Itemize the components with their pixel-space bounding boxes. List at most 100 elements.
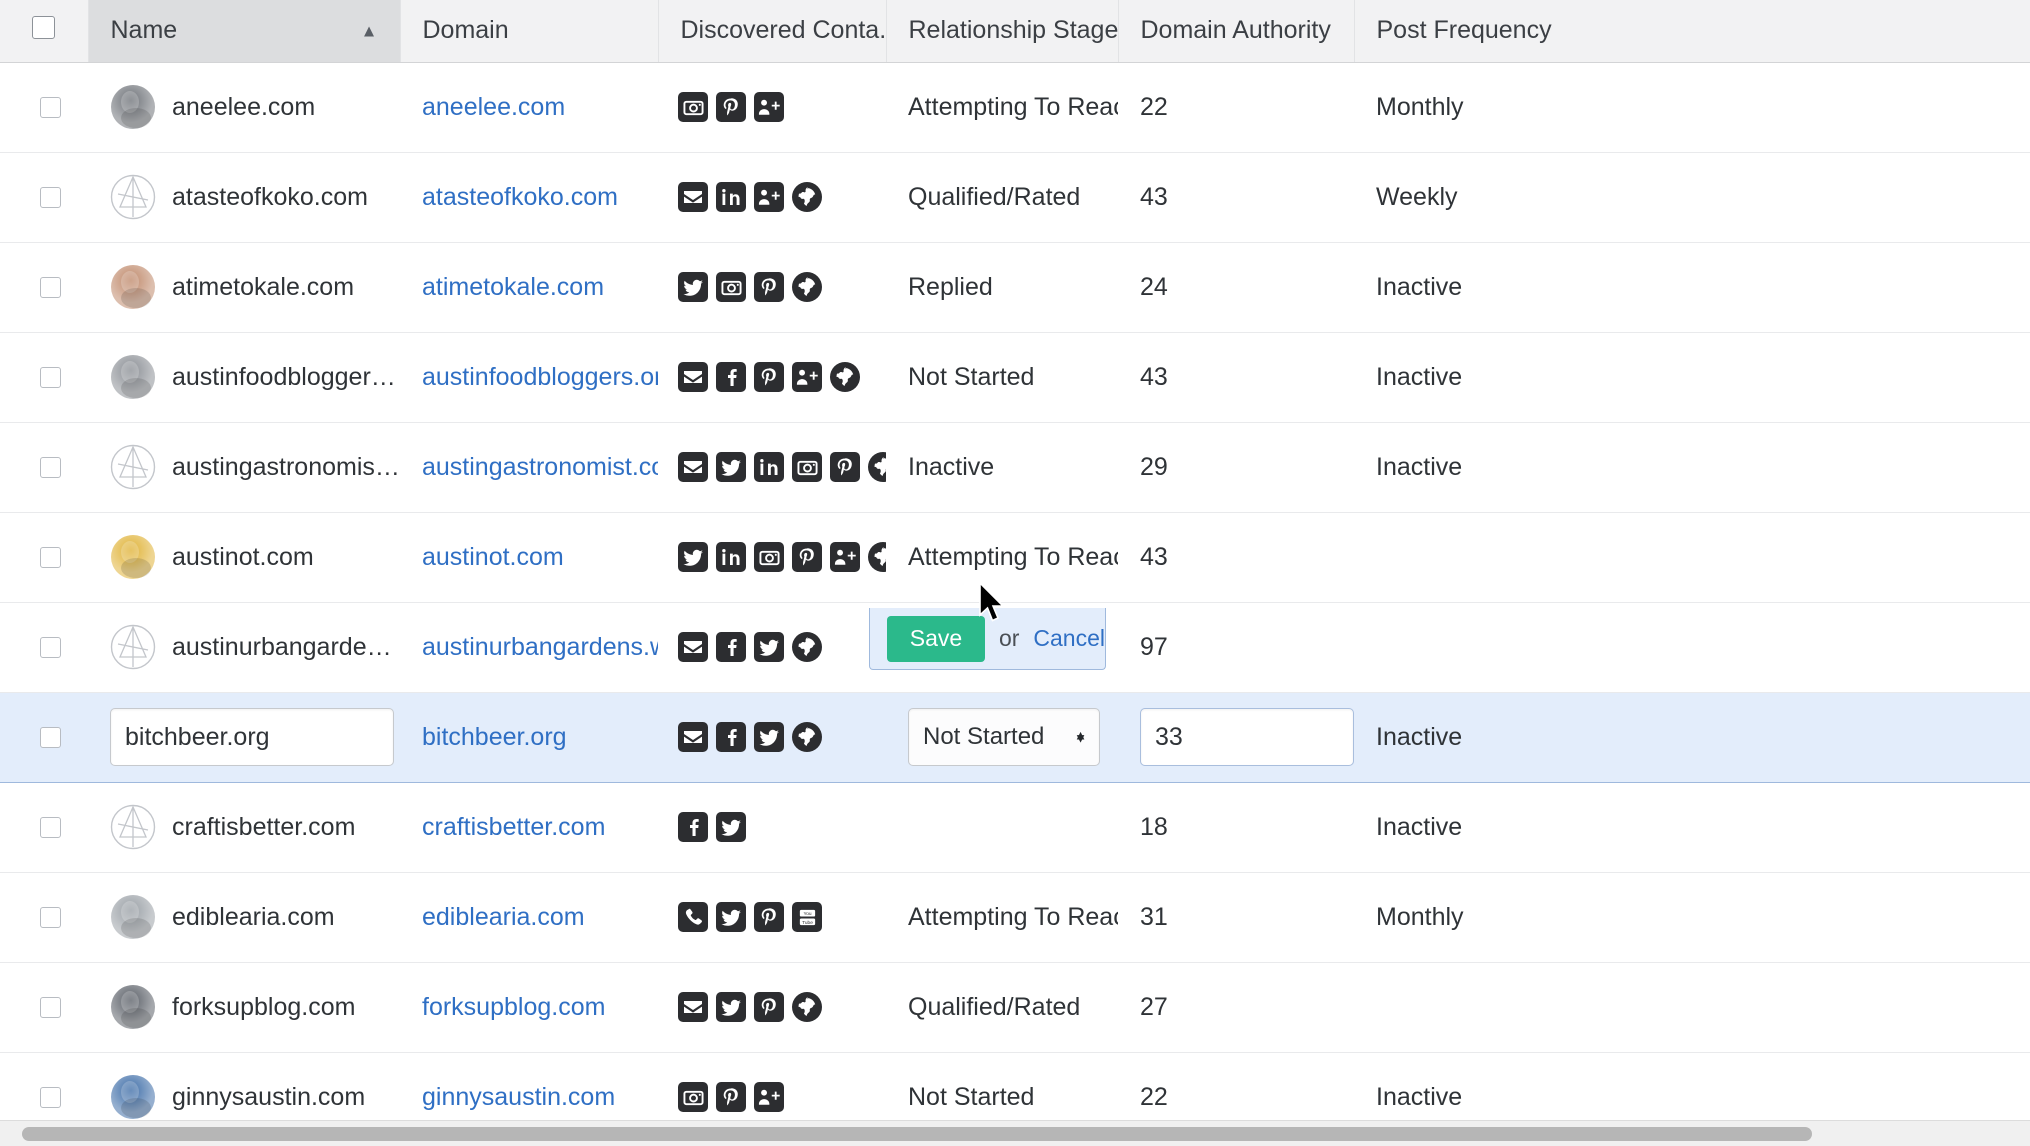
instagram-icon[interactable] — [678, 92, 708, 122]
googleplus-icon[interactable] — [754, 182, 784, 212]
domain-link[interactable]: atasteofkoko.com — [422, 183, 618, 211]
domain-authority-cell[interactable]: 29 — [1118, 422, 1354, 513]
table-row[interactable]: ★ atasteofkoko.com atasteofkoko.com Qualifi… — [0, 152, 2030, 243]
table-row[interactable]: ★ craftisbetter.com craftisbetter.com 18 Ina… — [0, 782, 2030, 873]
domain-link[interactable]: craftisbetter.com — [422, 813, 605, 841]
name-cell[interactable]: craftisbetter.com — [88, 782, 400, 873]
table-row[interactable]: ★ ginnysaustin.com ginnysaustin.com Not Sta… — [0, 1052, 2030, 1120]
row-checkbox[interactable] — [40, 186, 61, 208]
pinterest-icon[interactable] — [830, 452, 860, 482]
table-row[interactable]: ★ forksupblog.com forksupblog.com Qualified… — [0, 962, 2030, 1053]
twitter-icon[interactable] — [716, 902, 746, 932]
row-checkbox[interactable] — [40, 276, 61, 298]
horizontal-scrollbar[interactable] — [0, 1120, 2030, 1146]
pinterest-icon[interactable] — [754, 272, 784, 302]
table-row[interactable]: ★ austinot.com austinot.com Attempting To R… — [0, 512, 2030, 603]
twitter-icon[interactable] — [754, 632, 784, 662]
globe-icon[interactable] — [792, 632, 822, 662]
relationship-stage-cell[interactable]: Not Started — [886, 1052, 1118, 1120]
domain-authority-cell[interactable]: 43 — [1118, 152, 1354, 243]
domain-link[interactable]: atimetokale.com — [422, 273, 604, 301]
domain-authority-cell[interactable]: 24 — [1118, 242, 1354, 333]
table-scroll-viewport[interactable]: Name ▲ Domain Discovered Conta... Relati… — [0, 0, 2030, 1120]
name-cell[interactable]: ediblearia.com — [88, 872, 400, 963]
relationship-stage-cell[interactable]: Attempting To Reach — [886, 512, 1118, 603]
name-cell[interactable] — [88, 691, 400, 783]
column-header-discovered-contacts[interactable]: Discovered Conta... — [658, 0, 900, 63]
domain-authority-cell[interactable]: 22 — [1118, 1052, 1354, 1120]
name-cell[interactable]: forksupblog.com — [88, 962, 400, 1053]
relationship-stage-cell[interactable]: Not Started — [886, 332, 1118, 423]
row-checkbox[interactable] — [40, 906, 61, 928]
row-checkbox[interactable] — [40, 1086, 61, 1108]
horizontal-scrollbar-thumb[interactable] — [22, 1127, 1812, 1141]
youtube-icon[interactable]: You Tube — [792, 902, 822, 932]
favorite-star-icon[interactable]: ★ — [87, 453, 88, 481]
favorite-star-icon[interactable]: ★ — [87, 273, 88, 301]
domain-link[interactable]: ginnysaustin.com — [422, 1083, 615, 1111]
email-icon[interactable] — [678, 992, 708, 1022]
domain-link[interactable]: austinot.com — [422, 543, 564, 571]
globe-icon[interactable] — [868, 542, 886, 572]
table-row[interactable]: ★ atimetokale.com atimetokale.com Replied 24… — [0, 242, 2030, 333]
globe-icon[interactable] — [830, 362, 860, 392]
table-row[interactable]: ★ austinfoodbloggers.... austinfoodblogger… — [0, 332, 2030, 423]
name-cell[interactable]: austinot.com — [88, 512, 400, 603]
relationship-stage-cell[interactable]: Qualified/Rated — [886, 152, 1118, 243]
save-button[interactable]: Save — [887, 615, 985, 662]
twitter-icon[interactable] — [678, 542, 708, 572]
favorite-star-icon[interactable]: ★ — [87, 543, 88, 571]
pinterest-icon[interactable] — [792, 542, 822, 572]
email-icon[interactable] — [678, 452, 708, 482]
row-checkbox[interactable] — [40, 366, 61, 388]
column-header-domain-authority[interactable]: Domain Authority — [1118, 0, 1355, 63]
favorite-star-icon[interactable]: ★ — [87, 723, 88, 751]
pinterest-icon[interactable] — [754, 902, 784, 932]
sort-ascending-icon[interactable]: ▲ — [361, 22, 378, 39]
stepper-arrows-icon[interactable]: ▲ ▼ — [1074, 729, 1087, 745]
pinterest-icon[interactable] — [754, 992, 784, 1022]
name-input[interactable] — [110, 708, 394, 766]
instagram-icon[interactable] — [716, 272, 746, 302]
domain-authority-cell[interactable]: 22 — [1118, 62, 1354, 153]
twitter-icon[interactable] — [716, 992, 746, 1022]
row-checkbox[interactable] — [40, 816, 61, 838]
domain-link[interactable]: forksupblog.com — [422, 993, 605, 1021]
name-cell[interactable]: austinfoodbloggers.... — [88, 332, 400, 423]
row-checkbox[interactable] — [40, 96, 61, 118]
row-checkbox[interactable] — [40, 546, 61, 568]
instagram-icon[interactable] — [754, 542, 784, 572]
favorite-star-icon[interactable]: ★ — [87, 93, 88, 121]
relationship-stage-cell[interactable] — [886, 782, 1118, 873]
globe-icon[interactable] — [792, 992, 822, 1022]
cancel-button[interactable]: Cancel — [1033, 625, 1105, 652]
domain-authority-cell[interactable]: 18 — [1118, 782, 1354, 873]
name-cell[interactable]: atimetokale.com — [88, 242, 400, 333]
email-icon[interactable] — [678, 362, 708, 392]
domain-link[interactable]: aneelee.com — [422, 93, 565, 121]
googleplus-icon[interactable] — [754, 92, 784, 122]
row-checkbox[interactable] — [40, 636, 61, 658]
domain-link[interactable]: bitchbeer.org — [422, 723, 567, 751]
name-cell[interactable]: atasteofkoko.com — [88, 152, 400, 243]
domain-link[interactable]: austinfoodbloggers.org — [422, 363, 658, 391]
globe-icon[interactable] — [792, 272, 822, 302]
googleplus-icon[interactable] — [830, 542, 860, 572]
name-cell[interactable]: austinurbangardens.... — [88, 602, 400, 693]
table-row[interactable]: ★ ediblearia.com ediblearia.com You Tube Atte… — [0, 872, 2030, 963]
facebook-icon[interactable] — [716, 722, 746, 752]
favorite-star-icon[interactable]: ★ — [87, 993, 88, 1021]
twitter-icon[interactable] — [716, 452, 746, 482]
domain-authority-input[interactable] — [1140, 708, 1354, 766]
pinterest-icon[interactable] — [716, 1082, 746, 1113]
name-cell[interactable]: aneelee.com — [88, 62, 400, 153]
relationship-stage-cell[interactable]: Attempting To Reach — [886, 872, 1118, 963]
domain-link[interactable]: ediblearia.com — [422, 903, 585, 931]
facebook-icon[interactable] — [716, 632, 746, 662]
facebook-icon[interactable] — [678, 812, 708, 842]
linkedin-icon[interactable] — [716, 542, 746, 572]
table-row[interactable]: ★ bitchbeer.org Not Started ▲▼ Inactive — [0, 691, 2030, 783]
row-checkbox[interactable] — [40, 456, 61, 478]
domain-link[interactable]: austinurbangardens.wo... — [422, 633, 658, 661]
instagram-icon[interactable] — [792, 452, 822, 482]
